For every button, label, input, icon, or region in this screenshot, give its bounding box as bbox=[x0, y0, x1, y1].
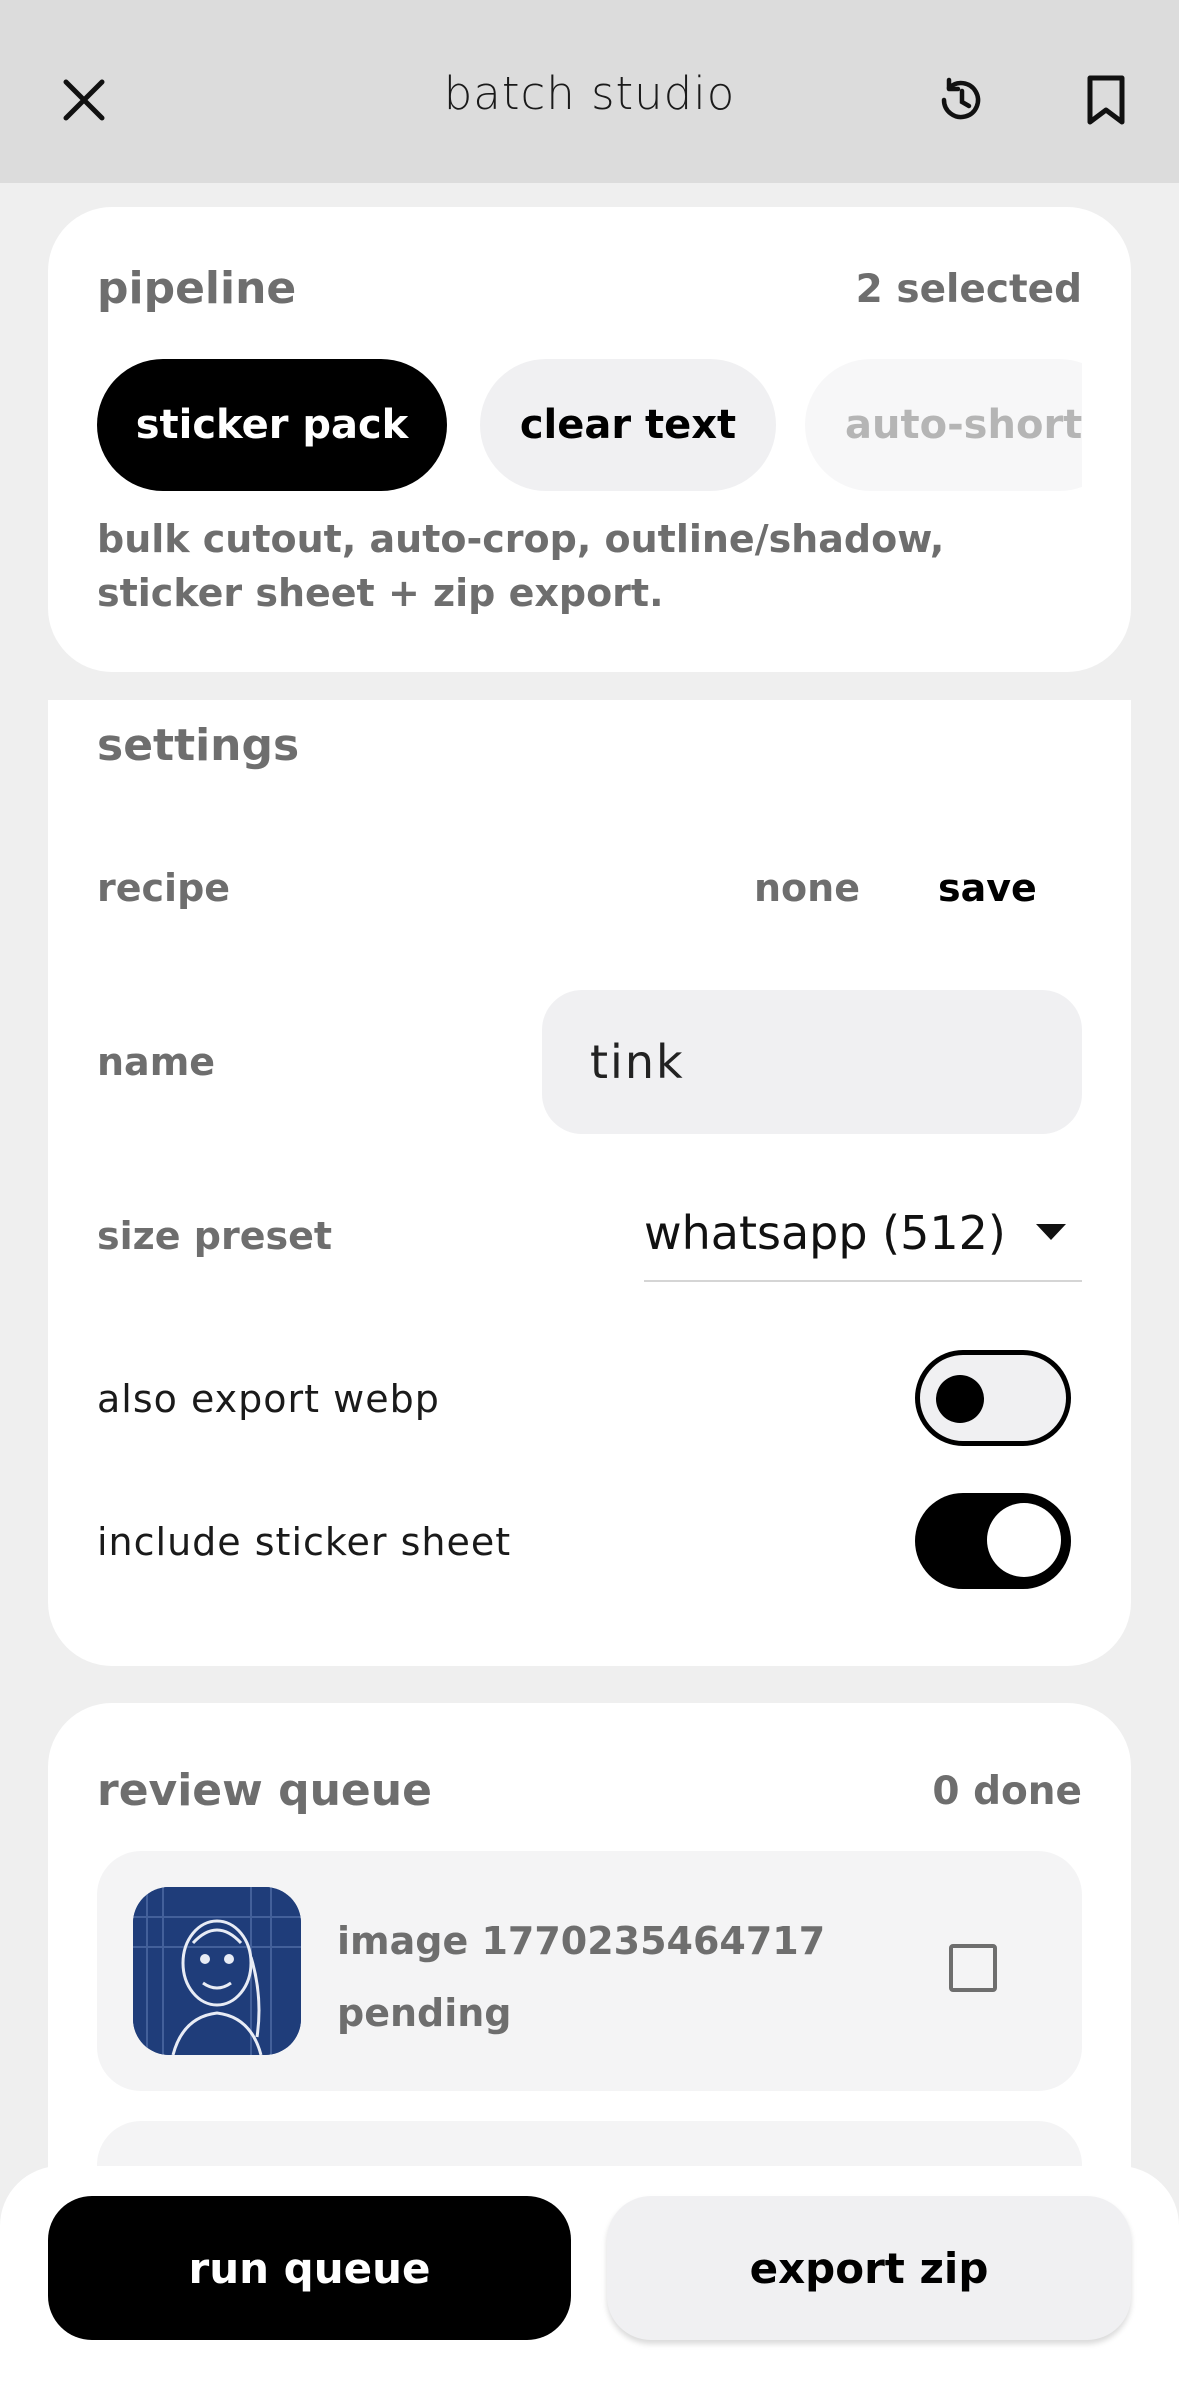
chip-sticker-pack[interactable]: sticker pack bbox=[97, 359, 447, 491]
size-preset-value: whatsapp (512) bbox=[644, 1206, 1006, 1260]
chevron-down-icon bbox=[1034, 1222, 1068, 1246]
export-zip-button[interactable]: export zip bbox=[607, 2196, 1131, 2340]
queue-item-checkbox[interactable] bbox=[949, 1944, 997, 1992]
size-preset-label: size preset bbox=[97, 1214, 333, 1258]
sticker-sheet-toggle[interactable] bbox=[915, 1493, 1071, 1589]
name-label: name bbox=[97, 1040, 216, 1084]
name-field-value: tink bbox=[590, 1035, 685, 1089]
queue-item-name: image 1770235464717 bbox=[337, 1919, 826, 1963]
pipeline-card: pipeline 2 selected sticker pack clear t… bbox=[48, 207, 1131, 672]
chip-clear-text[interactable]: clear text bbox=[480, 359, 776, 491]
history-icon[interactable] bbox=[921, 60, 1001, 140]
size-preset-select[interactable]: whatsapp (512) bbox=[644, 1182, 1082, 1282]
settings-card: settings recipe none save name tink size… bbox=[48, 700, 1131, 1666]
toggle-knob bbox=[987, 1503, 1061, 1577]
bottom-action-bar: run queue export zip bbox=[0, 2166, 1179, 2394]
recipe-save-button[interactable]: save bbox=[938, 866, 1037, 910]
name-field[interactable]: tink bbox=[542, 990, 1082, 1134]
bookmark-icon[interactable] bbox=[1066, 60, 1146, 140]
queue-item-status: pending bbox=[337, 1991, 512, 2035]
thumbnail-image bbox=[133, 1887, 301, 2055]
toggle-knob bbox=[936, 1375, 984, 1423]
review-done-count: 0 done bbox=[932, 1769, 1082, 1814]
page-title: batch studio bbox=[443, 67, 736, 120]
pipeline-description: bulk cutout, auto-crop, outline/shadow, … bbox=[97, 517, 945, 615]
sticker-sheet-label: include sticker sheet bbox=[97, 1520, 512, 1564]
webp-label: also export webp bbox=[97, 1377, 440, 1421]
top-bar: batch studio bbox=[0, 0, 1179, 183]
review-queue-title: review queue bbox=[97, 1765, 432, 1816]
run-queue-button[interactable]: run queue bbox=[48, 2196, 571, 2340]
chip-auto-short[interactable]: auto-short bbox=[805, 359, 1082, 491]
recipe-none-option[interactable]: none bbox=[754, 866, 860, 910]
recipe-label: recipe bbox=[97, 866, 231, 910]
webp-toggle[interactable] bbox=[915, 1350, 1071, 1446]
list-item[interactable]: image 1770235464717 pending bbox=[97, 1851, 1082, 2091]
settings-title: settings bbox=[97, 720, 300, 771]
